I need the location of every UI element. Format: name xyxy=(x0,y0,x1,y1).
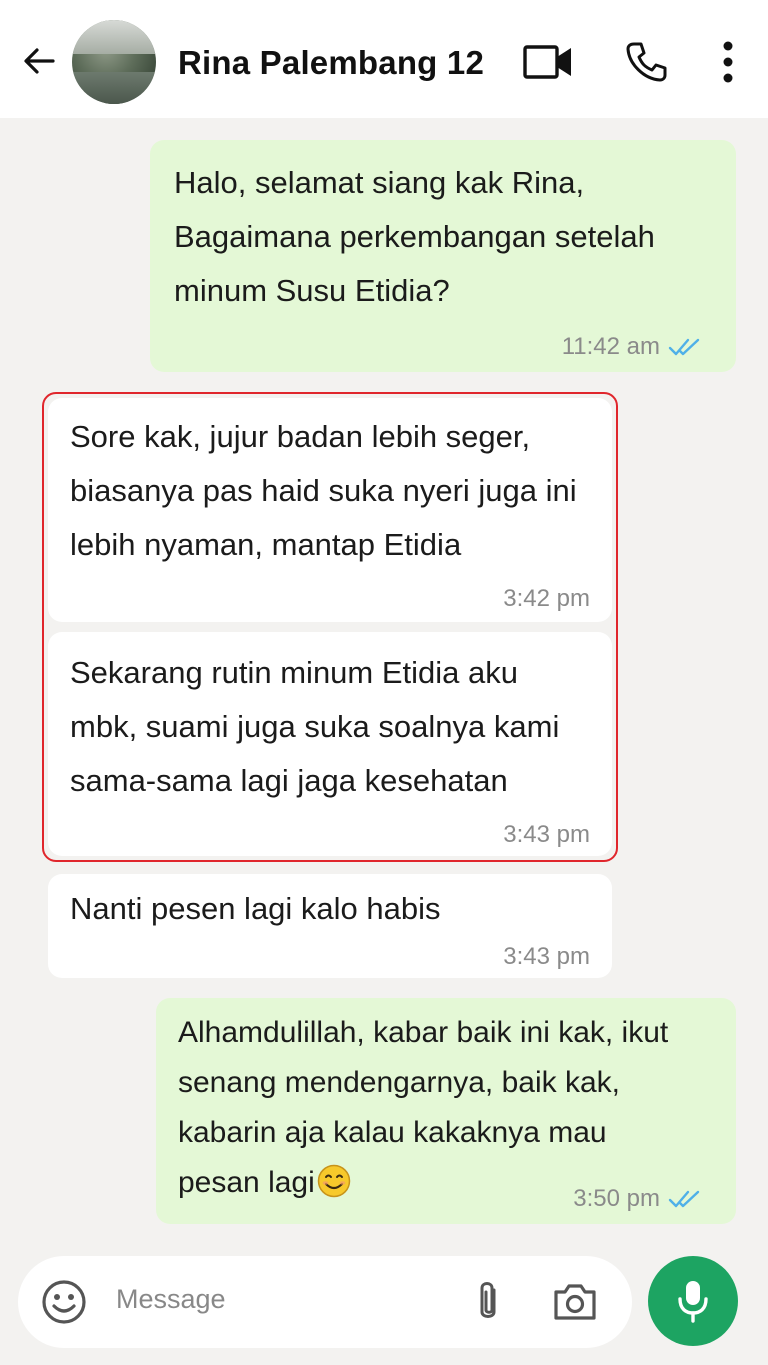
avatar-water xyxy=(72,72,156,104)
avatar[interactable] xyxy=(72,20,156,104)
voice-call-button[interactable] xyxy=(620,36,672,88)
message-outgoing[interactable]: Halo, selamat siang kak Rina, Bagaimana … xyxy=(150,140,736,372)
message-meta: 3:43 pm xyxy=(503,942,590,972)
back-button[interactable] xyxy=(18,40,60,82)
message-incoming[interactable]: Nanti pesen lagi kalo habis 3:43 pm xyxy=(48,874,612,978)
message-input[interactable]: Message xyxy=(116,1284,226,1315)
chat-screen: Rina Palembang 12 Halo, selamat siang ka… xyxy=(0,0,768,1365)
message-outgoing[interactable]: Alhamdulillah, kabar baik ini kak, ikut … xyxy=(156,998,736,1224)
message-time: 11:42 am xyxy=(561,333,660,360)
voice-record-button[interactable] xyxy=(648,1256,738,1346)
emoji-icon xyxy=(42,1280,86,1324)
attach-button[interactable] xyxy=(468,1278,508,1326)
menu-button[interactable] xyxy=(702,36,754,88)
message-time: 3:50 pm xyxy=(573,1185,660,1212)
paperclip-icon xyxy=(480,1282,496,1318)
message-composer: Message xyxy=(18,1256,632,1348)
message-text: Nanti pesen lagi kalo habis xyxy=(70,891,441,926)
more-vertical-icon xyxy=(723,41,733,83)
camera-icon xyxy=(554,1284,596,1320)
smiling-face-icon xyxy=(317,1164,351,1198)
message-meta: 11:42 am xyxy=(562,332,702,362)
phone-icon xyxy=(626,42,667,82)
double-check-icon xyxy=(668,1190,700,1208)
message-text: Halo, selamat siang kak Rina, Bagaimana … xyxy=(174,165,655,308)
message-meta: 3:50 pm xyxy=(573,1184,702,1214)
message-time: 3:43 pm xyxy=(503,943,590,970)
avatar-sky xyxy=(72,20,156,54)
message-text: Alhamdulillah, kabar baik ini kak, ikut … xyxy=(178,1008,668,1208)
emoji-button[interactable] xyxy=(40,1278,88,1326)
highlight-frame xyxy=(42,392,618,862)
contact-name[interactable]: Rina Palembang 12 xyxy=(178,44,484,82)
video-call-button[interactable] xyxy=(522,36,574,88)
video-camera-icon xyxy=(523,45,571,79)
arrow-left-icon xyxy=(24,48,55,74)
chat-header: Rina Palembang 12 xyxy=(0,0,768,118)
double-check-icon xyxy=(668,338,700,356)
microphone-icon xyxy=(678,1281,708,1323)
message-text-body: Alhamdulillah, kabar baik ini kak, ikut … xyxy=(178,1016,669,1199)
camera-button[interactable] xyxy=(550,1278,600,1326)
